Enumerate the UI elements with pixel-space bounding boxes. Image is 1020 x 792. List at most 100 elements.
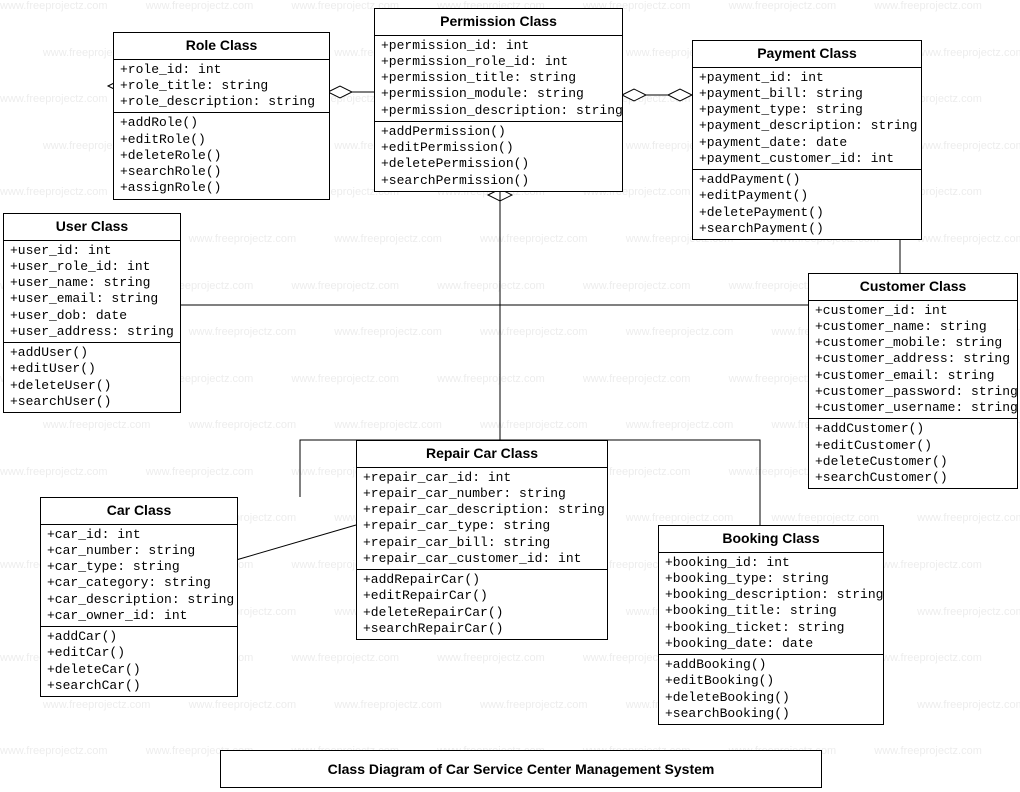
class-line: +user_address: string — [10, 324, 174, 340]
class-booking: Booking Class +booking_id: int+booking_t… — [658, 525, 884, 725]
class-line: +booking_date: date — [665, 636, 877, 652]
class-user-ops: +addUser()+editUser()+deleteUser()+searc… — [4, 343, 180, 412]
class-line: +repair_car_type: string — [363, 518, 601, 534]
class-line: +user_dob: date — [10, 308, 174, 324]
class-line: +permission_role_id: int — [381, 54, 616, 70]
class-line: +payment_date: date — [699, 135, 915, 151]
class-role: Role Class +role_id: int+role_title: str… — [113, 32, 330, 200]
class-line: +customer_id: int — [815, 303, 1011, 319]
class-payment: Payment Class +payment_id: int+payment_b… — [692, 40, 922, 240]
class-line: +editCar() — [47, 645, 231, 661]
class-line: +addCar() — [47, 629, 231, 645]
class-repair-attrs: +repair_car_id: int+repair_car_number: s… — [357, 468, 607, 571]
class-line: +car_category: string — [47, 575, 231, 591]
class-customer: Customer Class +customer_id: int+custome… — [808, 273, 1018, 489]
class-line: +searchCar() — [47, 678, 231, 694]
class-line: +booking_ticket: string — [665, 620, 877, 636]
class-line: +repair_car_customer_id: int — [363, 551, 601, 567]
class-customer-ops: +addCustomer()+editCustomer()+deleteCust… — [809, 419, 1017, 488]
class-line: +permission_title: string — [381, 70, 616, 86]
class-line: +payment_id: int — [699, 70, 915, 86]
class-line: +editBooking() — [665, 673, 877, 689]
class-user-title: User Class — [4, 214, 180, 241]
class-line: +customer_password: string — [815, 384, 1011, 400]
class-line: +repair_car_description: string — [363, 502, 601, 518]
diamond-permission-payment-right — [668, 89, 692, 101]
class-line: +searchPermission() — [381, 173, 616, 189]
class-line: +booking_description: string — [665, 587, 877, 603]
class-line: +addCustomer() — [815, 421, 1011, 437]
class-line: +booking_id: int — [665, 555, 877, 571]
class-line: +car_type: string — [47, 559, 231, 575]
class-line: +editRepairCar() — [363, 588, 601, 604]
class-line: +deleteUser() — [10, 378, 174, 394]
class-line: +deleteRole() — [120, 148, 323, 164]
class-line: +payment_type: string — [699, 102, 915, 118]
class-line: +customer_email: string — [815, 368, 1011, 384]
class-line: +deleteCustomer() — [815, 454, 1011, 470]
class-role-ops: +addRole()+editRole()+deleteRole()+searc… — [114, 113, 329, 198]
class-line: +payment_bill: string — [699, 86, 915, 102]
class-line: +repair_car_bill: string — [363, 535, 601, 551]
class-customer-title: Customer Class — [809, 274, 1017, 301]
class-customer-attrs: +customer_id: int+customer_name: string+… — [809, 301, 1017, 420]
class-line: +booking_type: string — [665, 571, 877, 587]
class-line: +deleteRepairCar() — [363, 605, 601, 621]
class-user: User Class +user_id: int+user_role_id: i… — [3, 213, 181, 413]
class-line: +repair_car_id: int — [363, 470, 601, 486]
class-line: +addRepairCar() — [363, 572, 601, 588]
class-line: +addBooking() — [665, 657, 877, 673]
line-car-to-repair — [236, 525, 356, 560]
class-line: +payment_customer_id: int — [699, 151, 915, 167]
class-car-ops: +addCar()+editCar()+deleteCar()+searchCa… — [41, 627, 237, 696]
class-line: +addUser() — [10, 345, 174, 361]
class-line: +assignRole() — [120, 180, 323, 196]
class-line: +car_number: string — [47, 543, 231, 559]
class-line: +searchRole() — [120, 164, 323, 180]
class-line: +searchBooking() — [665, 706, 877, 722]
class-line: +searchRepairCar() — [363, 621, 601, 637]
class-line: +addPermission() — [381, 124, 616, 140]
class-line: +user_id: int — [10, 243, 174, 259]
class-line: +customer_address: string — [815, 351, 1011, 367]
class-car-title: Car Class — [41, 498, 237, 525]
class-role-attrs: +role_id: int+role_title: string+role_de… — [114, 60, 329, 114]
diamond-permission-payment-left — [622, 89, 646, 101]
class-line: +permission_module: string — [381, 86, 616, 102]
class-repair-ops: +addRepairCar()+editRepairCar()+deleteRe… — [357, 570, 607, 639]
class-line: +deletePayment() — [699, 205, 915, 221]
class-permission-title: Permission Class — [375, 9, 622, 36]
class-user-attrs: +user_id: int+user_role_id: int+user_nam… — [4, 241, 180, 344]
class-line: +searchCustomer() — [815, 470, 1011, 486]
class-line: +customer_name: string — [815, 319, 1011, 335]
class-line: +permission_id: int — [381, 38, 616, 54]
class-line: +customer_username: string — [815, 400, 1011, 416]
class-payment-attrs: +payment_id: int+payment_bill: string+pa… — [693, 68, 921, 171]
class-line: +addPayment() — [699, 172, 915, 188]
class-line: +user_role_id: int — [10, 259, 174, 275]
class-repair-title: Repair Car Class — [357, 441, 607, 468]
class-line: +editCustomer() — [815, 438, 1011, 454]
class-line: +repair_car_number: string — [363, 486, 601, 502]
class-line: +editPayment() — [699, 188, 915, 204]
class-line: +addRole() — [120, 115, 323, 131]
class-line: +searchUser() — [10, 394, 174, 410]
class-line: +deleteBooking() — [665, 690, 877, 706]
class-repair: Repair Car Class +repair_car_id: int+rep… — [356, 440, 608, 640]
class-line: +role_description: string — [120, 94, 323, 110]
class-line: +car_description: string — [47, 592, 231, 608]
class-booking-ops: +addBooking()+editBooking()+deleteBookin… — [659, 655, 883, 724]
class-line: +customer_mobile: string — [815, 335, 1011, 351]
class-payment-title: Payment Class — [693, 41, 921, 68]
class-line: +deletePermission() — [381, 156, 616, 172]
class-permission-ops: +addPermission()+editPermission()+delete… — [375, 122, 622, 191]
class-line: +role_title: string — [120, 78, 323, 94]
class-line: +user_name: string — [10, 275, 174, 291]
class-role-title: Role Class — [114, 33, 329, 60]
class-payment-ops: +addPayment()+editPayment()+deletePaymen… — [693, 170, 921, 239]
diamond-role-permission — [328, 86, 352, 98]
class-line: +car_id: int — [47, 527, 231, 543]
class-booking-attrs: +booking_id: int+booking_type: string+bo… — [659, 553, 883, 656]
class-line: +deleteCar() — [47, 662, 231, 678]
class-car-attrs: +car_id: int+car_number: string+car_type… — [41, 525, 237, 628]
